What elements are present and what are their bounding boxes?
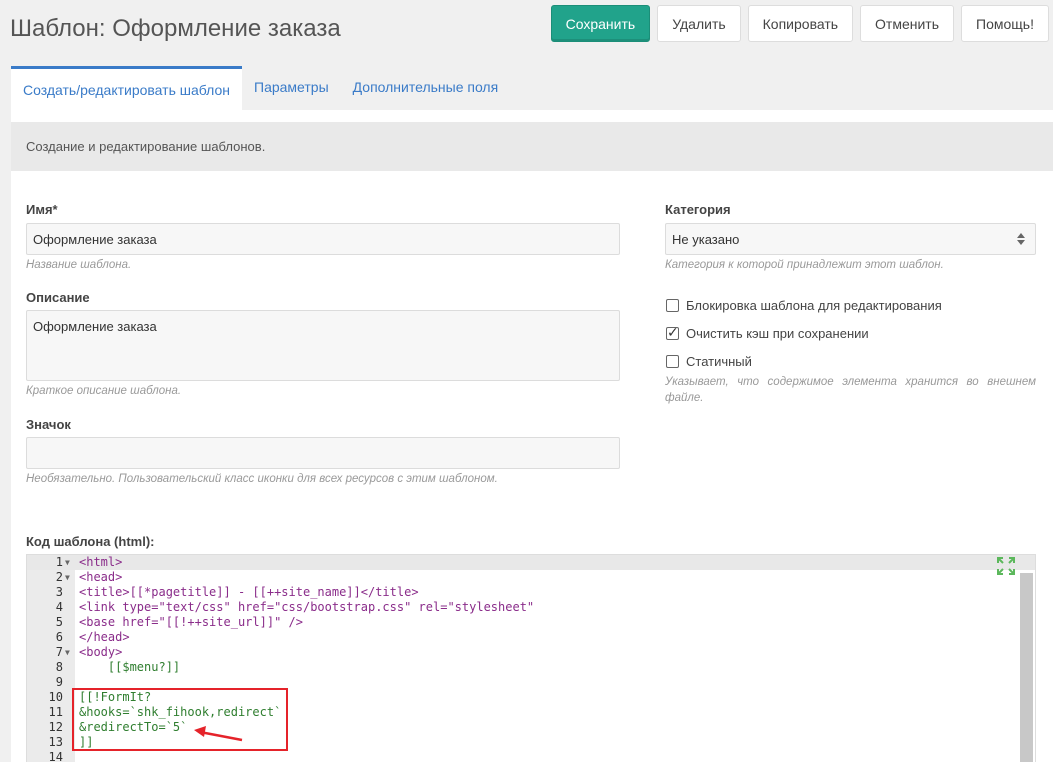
lock-checkbox[interactable]: [666, 299, 679, 312]
name-hint: Название шаблона.: [26, 259, 132, 271]
toolbar: Сохранить Удалить Копировать Отменить По…: [550, 5, 1049, 42]
tab-edit-template[interactable]: Создать/редактировать шаблон: [11, 66, 243, 110]
lock-checkbox-row[interactable]: Блокировка шаблона для редактирования: [666, 298, 942, 313]
fold-toggle-icon[interactable]: ▼: [65, 555, 70, 570]
icon-label: Значок: [26, 417, 71, 432]
delete-button[interactable]: Удалить: [657, 5, 741, 42]
page-title: Шаблон: Оформление заказа: [10, 15, 341, 42]
tab-parameters[interactable]: Параметры: [242, 66, 341, 108]
line-number: 9: [55, 675, 63, 689]
line-number: 6: [55, 630, 63, 644]
line-number: 3: [55, 585, 63, 599]
line-number: 10: [48, 690, 63, 704]
code-line[interactable]: 6 </head>: [27, 630, 1035, 645]
line-number: 11: [48, 705, 63, 719]
description-textarea[interactable]: Оформление заказа: [26, 310, 620, 381]
panel-description: Создание и редактирование шаблонов.: [11, 122, 1053, 171]
static-checkbox-label: Статичный: [686, 354, 752, 369]
static-checkbox-row[interactable]: Статичный: [666, 354, 752, 369]
line-number: 4: [55, 600, 63, 614]
category-label: Категория: [665, 202, 731, 217]
category-select-value: Не указано: [672, 232, 740, 247]
code-line[interactable]: 14: [27, 750, 1035, 762]
fold-toggle-icon[interactable]: ▼: [65, 645, 70, 660]
code-line[interactable]: 1 ▼ <html>: [27, 555, 1035, 570]
tab-extra-fields[interactable]: Дополнительные поля: [341, 66, 511, 108]
line-number: 1: [55, 555, 63, 569]
code-text: <title>[[*pagetitle]] - [[++site_name]]<…: [79, 585, 419, 599]
fullscreen-icon[interactable]: [996, 556, 1016, 576]
editor-scrollbar[interactable]: [1020, 573, 1033, 762]
tab-bar: Создать/редактировать шаблон Параметры Д…: [11, 66, 510, 110]
copy-button[interactable]: Копировать: [747, 5, 854, 42]
code-text: [[$menu?]]: [79, 660, 181, 674]
save-button[interactable]: Сохранить: [550, 5, 651, 42]
line-number: 12: [48, 720, 63, 734]
static-hint: Указывает, что содержимое элемента храни…: [665, 376, 1036, 404]
code-line[interactable]: 8 [[$menu?]]: [27, 660, 1035, 675]
line-number: 14: [48, 750, 63, 762]
line-number: 7: [55, 645, 63, 659]
code-text: <body>: [79, 645, 123, 659]
clear-cache-checkbox-label: Очистить кэш при сохранении: [686, 326, 869, 341]
template-panel: Создание и редактирование шаблонов. Имя*…: [11, 110, 1053, 762]
code-line[interactable]: 4 <link type="text/css" href="css/bootstr…: [27, 600, 1035, 615]
line-number: 8: [55, 660, 63, 674]
code-text: <html>: [79, 555, 123, 569]
code-line[interactable]: 7 ▼ <body>: [27, 645, 1035, 660]
clear-cache-checkbox[interactable]: [666, 324, 679, 341]
code-text: </head>: [79, 630, 130, 644]
static-checkbox[interactable]: [666, 355, 679, 368]
annotation-arrow-icon: [194, 726, 243, 742]
code-line[interactable]: 2 ▼ <head>: [27, 570, 1035, 585]
description-label: Описание: [26, 290, 90, 305]
line-number: 2: [55, 570, 63, 584]
help-button[interactable]: Помощь!: [961, 5, 1049, 42]
code-text: <head>: [79, 570, 123, 584]
category-hint: Категория к которой принадлежит этот шаб…: [665, 259, 944, 271]
icon-class-input[interactable]: [26, 437, 620, 469]
name-label: Имя*: [26, 202, 58, 217]
line-number: 5: [55, 615, 63, 629]
cancel-button[interactable]: Отменить: [860, 5, 955, 42]
fold-toggle-icon[interactable]: ▼: [65, 570, 70, 585]
code-text: <base href="[[!++site_url]]" />: [79, 615, 303, 629]
code-label: Код шаблона (html):: [26, 534, 155, 549]
description-hint: Краткое описание шаблона.: [26, 385, 182, 397]
line-number: 13: [48, 735, 63, 749]
icon-hint: Необязательно. Пользовательский класс ик…: [26, 473, 498, 485]
code-line[interactable]: 3 <title>[[*pagetitle]] - [[++site_name]]…: [27, 585, 1035, 600]
lock-checkbox-label: Блокировка шаблона для редактирования: [686, 298, 942, 313]
name-input[interactable]: Оформление заказа: [26, 223, 620, 255]
clear-cache-checkbox-row[interactable]: Очистить кэш при сохранении: [666, 324, 869, 341]
code-line[interactable]: 5 <base href="[[!++site_url]]" />: [27, 615, 1035, 630]
code-text: <link type="text/css" href="css/bootstra…: [79, 600, 535, 614]
annotation-highlight-box: [72, 688, 288, 751]
category-select[interactable]: Не указано: [665, 223, 1036, 255]
